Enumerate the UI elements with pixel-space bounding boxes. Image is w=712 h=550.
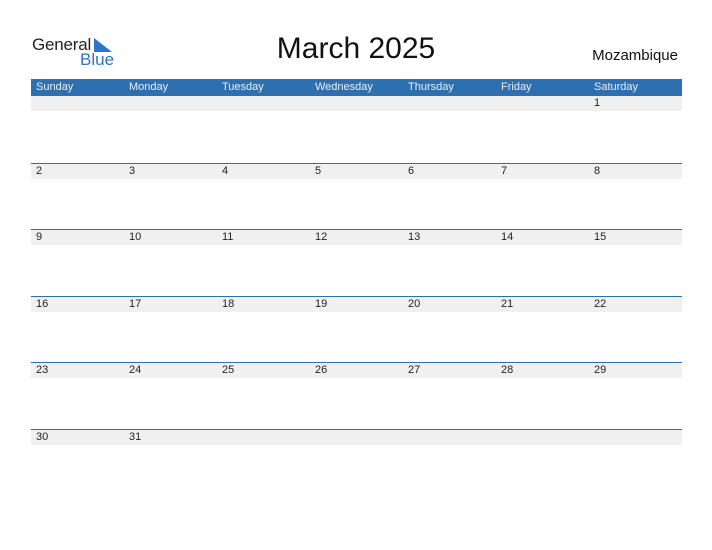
day-cell <box>589 430 682 445</box>
day-cell: 31 <box>129 430 142 443</box>
weekday-wednesday: Wednesday <box>315 81 373 93</box>
date-row: 30 31 <box>31 429 682 445</box>
date-row: 1 <box>31 96 682 111</box>
day-cell: 4 <box>222 164 229 177</box>
weekday-friday: Friday <box>501 81 532 93</box>
day-cell: 28 <box>501 364 514 376</box>
day-cell: 2 <box>36 164 43 177</box>
day-cell: 12 <box>315 231 328 243</box>
day-cell <box>403 430 496 445</box>
day-cell: 30 <box>36 430 49 443</box>
day-cell <box>310 96 403 111</box>
calendar-grid: 1 2 3 4 5 6 7 8 9 10 11 12 13 14 15 16 1… <box>31 96 682 495</box>
day-cell: 19 <box>315 297 328 310</box>
weekday-monday: Monday <box>129 81 169 93</box>
day-cell: 21 <box>501 297 514 310</box>
week-row: 2 3 4 5 6 7 8 <box>31 162 682 230</box>
week-row: 16 17 18 19 20 21 22 <box>31 295 682 363</box>
day-cell <box>310 430 403 445</box>
weekday-saturday: Saturday <box>594 81 639 93</box>
date-row: 16 17 18 19 20 21 22 <box>31 296 682 312</box>
country-label: Mozambique <box>592 47 678 64</box>
day-cell: 18 <box>222 297 235 310</box>
day-cell: 14 <box>501 231 514 243</box>
week-row: 30 31 <box>31 428 682 496</box>
day-cell: 6 <box>408 164 415 177</box>
day-cell: 1 <box>594 97 601 109</box>
day-cell: 25 <box>222 364 235 376</box>
week-row: 1 <box>31 96 682 163</box>
weekday-sunday: Sunday <box>36 81 74 93</box>
date-row: 23 24 25 26 27 28 29 <box>31 363 682 378</box>
day-cell <box>403 96 496 111</box>
day-cell <box>496 96 589 111</box>
day-cell: 27 <box>408 364 421 376</box>
date-row: 9 10 11 12 13 14 15 <box>31 230 682 245</box>
day-cell: 9 <box>36 231 43 243</box>
day-cell: 13 <box>408 231 421 243</box>
weekday-header: Sunday Monday Tuesday Wednesday Thursday… <box>31 79 682 96</box>
day-cell: 11 <box>222 231 234 243</box>
day-cell <box>217 96 310 111</box>
day-cell: 23 <box>36 364 49 376</box>
day-cell: 24 <box>129 364 142 376</box>
day-cell: 26 <box>315 364 328 376</box>
day-cell: 5 <box>315 164 322 177</box>
weekday-tuesday: Tuesday <box>222 81 264 93</box>
day-cell <box>124 96 217 111</box>
weekday-thursday: Thursday <box>408 81 454 93</box>
day-cell: 15 <box>594 231 607 243</box>
day-cell: 8 <box>594 164 601 177</box>
day-cell: 7 <box>501 164 508 177</box>
day-cell: 10 <box>129 231 142 243</box>
week-row: 9 10 11 12 13 14 15 <box>31 229 682 296</box>
day-cell <box>496 430 589 445</box>
day-cell: 20 <box>408 297 421 310</box>
day-cell: 29 <box>594 364 607 376</box>
day-cell <box>217 430 310 445</box>
date-row: 2 3 4 5 6 7 8 <box>31 163 682 179</box>
day-cell <box>31 96 124 111</box>
day-cell: 22 <box>594 297 607 310</box>
week-row: 23 24 25 26 27 28 29 <box>31 362 682 429</box>
day-cell: 3 <box>129 164 136 177</box>
day-cell: 16 <box>36 297 49 310</box>
day-cell: 17 <box>129 297 142 310</box>
